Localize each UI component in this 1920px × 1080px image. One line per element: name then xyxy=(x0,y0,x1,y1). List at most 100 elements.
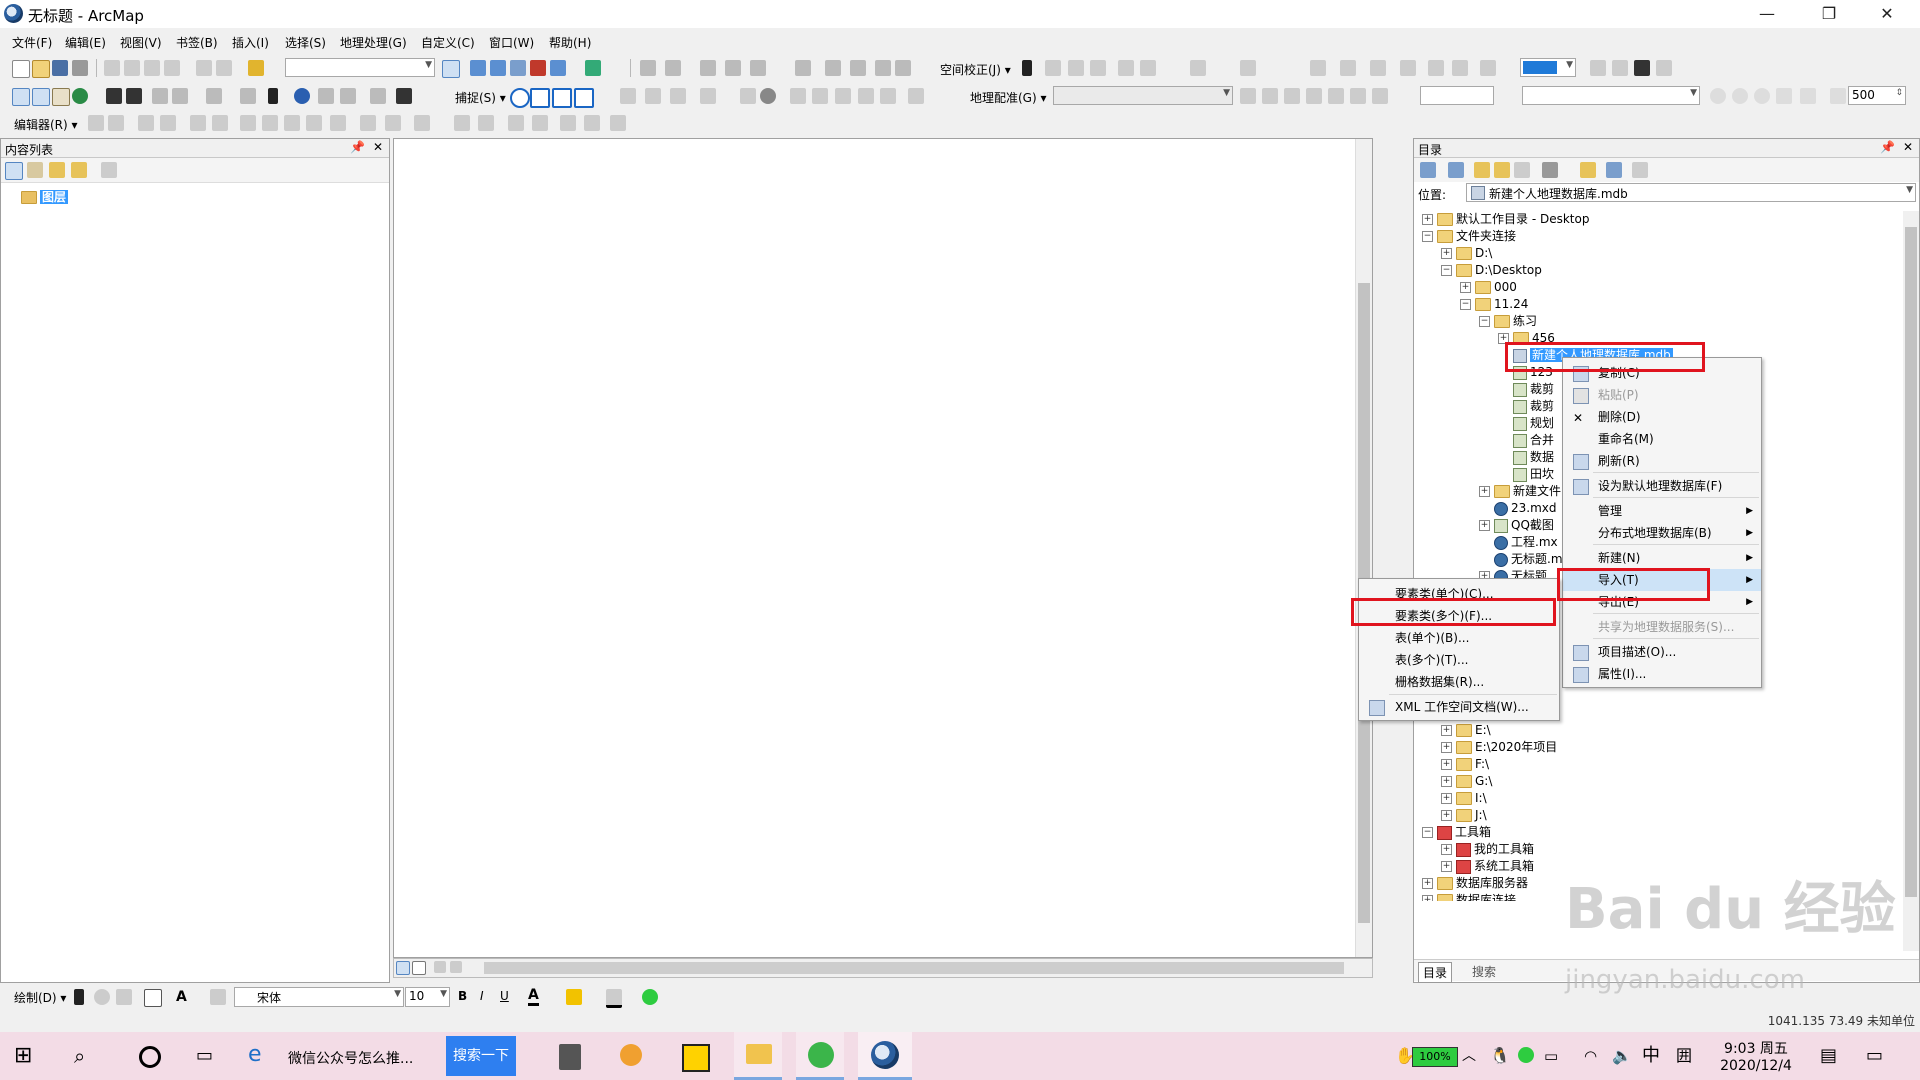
zoom-out-icon[interactable] xyxy=(32,88,50,106)
tree-item[interactable]: 规划 xyxy=(1498,415,1554,432)
font-size-combo[interactable]: 10 ▼ xyxy=(405,987,450,1007)
open-folder-icon[interactable] xyxy=(32,60,50,78)
tree-item[interactable]: 裁剪 xyxy=(1498,398,1554,415)
context-menu-item[interactable]: 属性(I)... xyxy=(1563,663,1761,685)
expand-icon[interactable]: + xyxy=(1441,742,1452,753)
search-web-button[interactable]: 搜索一下 xyxy=(446,1036,516,1076)
edit-tool-icon[interactable] xyxy=(385,115,401,131)
edit-tool-icon[interactable] xyxy=(454,115,470,131)
tool-icon[interactable] xyxy=(835,88,851,104)
list-by-drawing-order-icon[interactable] xyxy=(5,162,23,180)
chevron-up-icon[interactable]: ︿ xyxy=(1462,1032,1482,1080)
tree-item[interactable]: + J:\ xyxy=(1441,807,1487,824)
copy-icon[interactable] xyxy=(124,60,140,76)
tree-item[interactable]: 数据 xyxy=(1498,449,1554,466)
collapse-icon[interactable]: − xyxy=(1479,316,1490,327)
arcmap-taskbar-icon[interactable] xyxy=(858,1032,912,1080)
edit-tool-icon[interactable] xyxy=(160,115,176,131)
html-popup-icon[interactable] xyxy=(340,88,356,104)
edit-tool-icon[interactable] xyxy=(560,115,576,131)
new-folder-icon[interactable] xyxy=(1580,162,1596,178)
list-by-selection-icon[interactable] xyxy=(71,162,87,178)
import-submenu-item[interactable]: 栅格数据集(R)... xyxy=(1359,671,1559,693)
tree-item[interactable]: + E:\ xyxy=(1441,722,1491,739)
tool-icon[interactable] xyxy=(1400,60,1416,76)
tree-item[interactable]: + 我的工具箱 xyxy=(1441,841,1534,858)
layer-combo[interactable]: ▼ xyxy=(1522,86,1700,105)
paste-icon[interactable] xyxy=(144,60,160,76)
refresh-view-icon[interactable] xyxy=(434,961,446,973)
list-by-visibility-icon[interactable] xyxy=(49,162,65,178)
spatial-adjustment-menu[interactable]: 空间校正(J) ▾ xyxy=(940,61,1011,78)
cut-icon[interactable] xyxy=(104,60,120,76)
fill-color-icon[interactable] xyxy=(566,989,582,1005)
tool-icon[interactable] xyxy=(812,88,828,104)
edit-tool-icon[interactable] xyxy=(610,115,626,131)
find-binoculars-icon[interactable] xyxy=(396,88,412,104)
zoom-in-icon[interactable] xyxy=(12,88,30,106)
expand-icon[interactable]: + xyxy=(1441,776,1452,787)
edit-tool-icon[interactable] xyxy=(508,115,524,131)
tool-icon[interactable] xyxy=(795,60,811,76)
tab-catalog[interactable]: 目录 xyxy=(1418,962,1453,983)
minimize-button[interactable]: — xyxy=(1744,0,1790,28)
editor-menu[interactable]: 编辑器(R) ▾ xyxy=(14,116,78,133)
zoom-to-selected-icon[interactable] xyxy=(116,989,132,1005)
tree-item[interactable]: + 新建文件 xyxy=(1479,483,1561,500)
context-menu-item[interactable]: 项目描述(O)... xyxy=(1563,641,1761,663)
sticky-notes-icon[interactable] xyxy=(672,1032,716,1080)
360-tray-icon[interactable] xyxy=(1516,1032,1536,1080)
context-menu-item[interactable]: ✕ 删除(D) xyxy=(1563,406,1761,428)
edit-tool-icon[interactable] xyxy=(306,115,322,131)
catalog-vertical-scrollbar[interactable] xyxy=(1903,211,1919,951)
scale-spinner[interactable]: 500 ⇕ xyxy=(1848,86,1906,105)
new-document-icon[interactable] xyxy=(12,60,30,78)
full-extent-globe-icon[interactable] xyxy=(72,88,88,104)
menu-windows[interactable]: 窗口(W) xyxy=(489,34,534,51)
select-arrow-icon[interactable] xyxy=(1022,60,1032,76)
tree-item[interactable]: 裁剪 xyxy=(1498,381,1554,398)
edit-tool-icon[interactable] xyxy=(665,60,681,76)
fixed-zoom-out-icon[interactable] xyxy=(126,88,142,104)
tool-icon[interactable] xyxy=(1310,60,1326,76)
back-arrow-icon[interactable] xyxy=(1420,162,1436,178)
expand-icon[interactable]: + xyxy=(1441,810,1452,821)
edit-tool-icon[interactable] xyxy=(360,115,376,131)
layout-tool-icon[interactable] xyxy=(1590,60,1606,76)
edit-tool-icon[interactable] xyxy=(190,115,206,131)
snapping-menu[interactable]: 捕捉(S) ▾ xyxy=(455,89,506,106)
expand-icon[interactable]: + xyxy=(1441,861,1452,872)
georef-layer-combo[interactable]: ▼ xyxy=(1053,86,1233,105)
volume-icon[interactable]: 🔈 xyxy=(1612,1032,1636,1080)
import-submenu-item[interactable]: 表(单个)(B)... xyxy=(1359,627,1559,649)
edit-tool-icon[interactable] xyxy=(478,115,494,131)
file-explorer-icon[interactable] xyxy=(734,1032,782,1080)
edit-vertices-icon[interactable] xyxy=(210,989,226,1005)
list-by-source-icon[interactable] xyxy=(27,162,43,178)
tree-item[interactable]: + 数据库连接 xyxy=(1422,892,1516,901)
point-snapping-icon[interactable] xyxy=(510,88,530,108)
edit-tool-icon[interactable] xyxy=(108,115,124,131)
context-menu-item[interactable]: 分布式地理数据库(B) ▶ xyxy=(1563,522,1761,544)
toc-close-icon[interactable]: ✕ xyxy=(373,140,383,154)
layout-tool-icon[interactable] xyxy=(1612,60,1628,76)
tool-icon[interactable] xyxy=(645,88,661,104)
tool-icon[interactable] xyxy=(875,60,891,76)
end-snapping-icon[interactable] xyxy=(530,88,550,108)
tool-icon[interactable] xyxy=(670,88,686,104)
menu-file[interactable]: 文件(F) xyxy=(12,34,52,51)
tree-item[interactable]: 合并 xyxy=(1498,432,1554,449)
cortana-icon[interactable] xyxy=(134,1032,164,1080)
tool-icon[interactable] xyxy=(1452,60,1468,76)
battery-indicator[interactable]: 100% xyxy=(1412,1047,1458,1067)
import-submenu-item[interactable]: XML 工作空间文档(W)... xyxy=(1359,696,1559,718)
edit-tool-icon[interactable] xyxy=(212,115,228,131)
keyboard-icon[interactable]: 囲 xyxy=(1676,1032,1700,1080)
map-horizontal-scrollbar[interactable] xyxy=(393,958,1373,978)
effects-icon[interactable] xyxy=(1732,88,1748,104)
collapse-icon[interactable]: − xyxy=(1422,827,1433,838)
search-icon[interactable]: ⌕ xyxy=(74,1032,104,1080)
tool-icon[interactable] xyxy=(740,88,756,104)
expand-icon[interactable]: + xyxy=(1422,878,1433,889)
italic-button[interactable]: I xyxy=(480,989,484,1003)
